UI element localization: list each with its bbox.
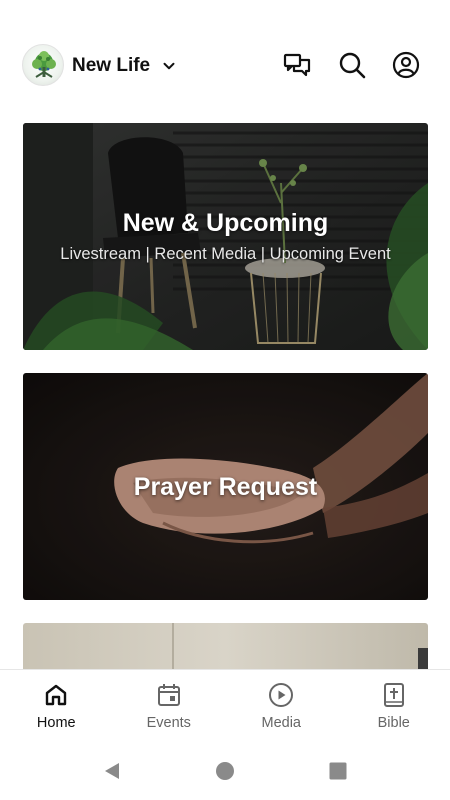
card-title: Prayer Request: [133, 473, 318, 501]
app-title[interactable]: New Life: [72, 55, 150, 77]
home-circle-icon[interactable]: [215, 761, 235, 781]
home-icon: [46, 684, 67, 706]
church-logo[interactable]: [22, 44, 64, 86]
calendar-icon: [157, 684, 180, 706]
search-icon: [339, 52, 366, 79]
prayer-request-card[interactable]: Prayer Request: [23, 373, 428, 600]
nav-item-bible[interactable]: Bible: [338, 670, 450, 739]
back-icon[interactable]: [102, 761, 122, 781]
bible-icon: [383, 683, 404, 707]
nav-label-media: Media: [261, 715, 302, 731]
account-button[interactable]: [391, 50, 421, 80]
system-navigation-bar: [0, 740, 450, 800]
new-upcoming-card[interactable]: New & Upcoming Livestream | Recent Media…: [23, 123, 428, 350]
messages-icon: [283, 53, 311, 77]
bottom-navigation: Home Events Media Bible: [0, 669, 450, 739]
nav-item-home[interactable]: Home: [0, 670, 113, 739]
recents-icon[interactable]: [328, 761, 348, 781]
app-header: New Life: [0, 0, 450, 110]
search-button[interactable]: [337, 50, 367, 80]
account-icon: [392, 51, 420, 79]
tree-logo-icon: [32, 51, 56, 78]
nav-label-bible: Bible: [377, 715, 410, 731]
play-circle-icon: [269, 683, 294, 707]
nav-label-home: Home: [36, 715, 76, 731]
nav-item-media[interactable]: Media: [225, 670, 338, 739]
card-title: New & Upcoming: [122, 209, 329, 237]
messages-button[interactable]: [282, 50, 312, 80]
nav-label-events: Events: [146, 715, 191, 731]
card-subtitle: Livestream | Recent Media | Upcoming Eve…: [60, 245, 391, 263]
nav-item-events[interactable]: Events: [113, 670, 226, 739]
chevron-down-icon[interactable]: [160, 57, 178, 75]
